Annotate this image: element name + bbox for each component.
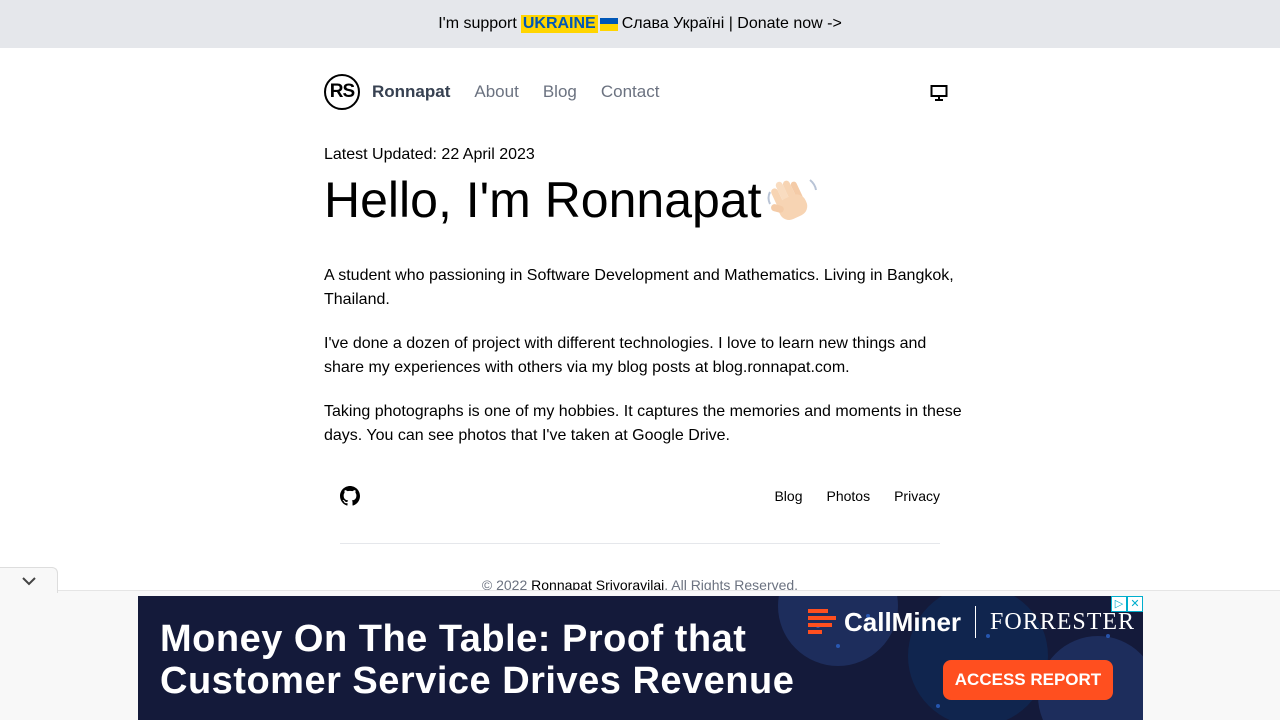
ad-headline-line1: Money On The Table: Proof that xyxy=(160,618,747,660)
latest-updated: Latest Updated: 22 April 2023 xyxy=(324,146,535,163)
ad-headline-line2: Customer Service Drives Revenue xyxy=(160,660,795,702)
footer-links: Blog Photos Privacy xyxy=(774,488,940,504)
ad-brand: CallMiner FORRESTER xyxy=(808,606,1135,638)
ad-cta-button[interactable]: ACCESS REPORT xyxy=(943,660,1113,700)
photography-paragraph: Taking photographs is one of my hobbies.… xyxy=(324,403,962,444)
ad-close-icon[interactable]: ✕ xyxy=(1127,596,1143,612)
monitor-icon[interactable] xyxy=(930,84,948,102)
page-title: Hello, I'm Ronnapat xyxy=(324,172,820,228)
nav-link-contact[interactable]: Contact xyxy=(601,82,660,102)
ad-collapse-button[interactable] xyxy=(0,567,58,593)
callminer-logo-icon xyxy=(808,609,836,634)
ad-brand-separator xyxy=(975,606,977,638)
banner-prefix: I'm support xyxy=(438,15,517,32)
brand-name[interactable]: Ronnapat xyxy=(372,82,450,102)
ukraine-banner[interactable]: I'm support UKRAINE Слава Україні | Dona… xyxy=(0,0,1280,48)
footer-link-blog[interactable]: Blog xyxy=(774,488,802,504)
ad-partner-name: FORRESTER xyxy=(990,608,1136,635)
ad-headline: Money On The Table: Proof that Customer … xyxy=(160,618,794,702)
site-header: RS Ronnapat About Blog Contact xyxy=(324,72,956,112)
adchoices-icon[interactable]: ▷ xyxy=(1111,596,1127,612)
advertisement[interactable]: Money On The Table: Proof that Customer … xyxy=(138,596,1143,720)
footer-link-privacy[interactable]: Privacy xyxy=(894,488,940,504)
intro-paragraph: A student who passioning in Software Dev… xyxy=(324,267,954,308)
banner-donate-text: Слава Україні | Donate now -> xyxy=(621,15,842,32)
nav-link-about[interactable]: About xyxy=(474,82,518,102)
ad-badges: ▷ ✕ xyxy=(1111,596,1143,612)
ukraine-flag-icon xyxy=(599,17,618,31)
ad-brand-name: CallMiner xyxy=(844,606,962,637)
page-title-text: Hello, I'm Ronnapat xyxy=(324,172,762,228)
chevron-down-icon xyxy=(21,576,36,585)
footer: Blog Photos Privacy xyxy=(340,480,940,512)
banner-ukraine-highlight: UKRAINE xyxy=(520,15,598,33)
nav-link-blog[interactable]: Blog xyxy=(543,82,577,102)
site-logo[interactable]: RS xyxy=(324,74,360,110)
github-icon[interactable] xyxy=(340,486,360,506)
waving-hand-icon xyxy=(767,179,817,220)
footer-divider xyxy=(340,543,940,544)
footer-link-photos[interactable]: Photos xyxy=(827,488,871,504)
projects-paragraph: I've done a dozen of project with differ… xyxy=(324,335,927,376)
